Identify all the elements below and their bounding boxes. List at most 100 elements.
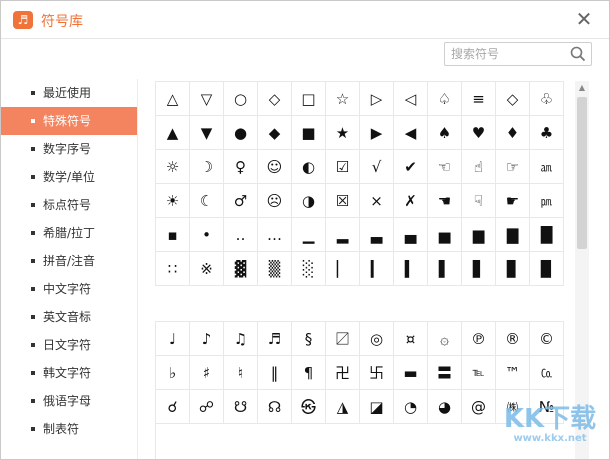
symbol-cell[interactable]: ♩ [156,322,190,356]
symbol-cell[interactable]: ♭ [156,356,190,390]
symbol-cell[interactable]: ♦ [496,116,530,150]
symbol-cell[interactable]: ◑ [292,184,326,218]
symbol-cell[interactable]: ▷ [360,82,394,116]
scroll-up-arrow-icon[interactable]: ▲ [575,81,589,95]
symbol-cell[interactable]: ▅ [428,218,462,252]
symbol-cell[interactable]: ♯ [190,356,224,390]
sidebar-item[interactable]: 中文字符 [1,275,137,303]
symbol-cell[interactable]: ۞ [428,322,462,356]
symbol-cell[interactable]: ◮ [326,390,360,424]
sidebar-item[interactable]: 最近使用 [1,79,137,107]
symbol-cell[interactable]: ▼ [190,116,224,150]
symbol-cell[interactable]: ♂ [224,184,258,218]
symbol-cell[interactable]: 卐 [360,356,394,390]
symbol-cell[interactable]: ☼ [156,150,190,184]
symbol-cell[interactable]: ℗ [462,322,496,356]
symbol-cell[interactable]: ◐ [292,150,326,184]
symbol-cell[interactable]: ▎ [360,252,394,286]
symbol-cell[interactable]: ‖ [258,356,292,390]
symbol-cell[interactable]: ♥ [462,116,496,150]
symbol-cell[interactable]: ☛ [496,184,530,218]
symbol-cell[interactable]: ✔ [394,150,428,184]
symbol-cell[interactable]: ▍ [394,252,428,286]
symbol-cell[interactable]: ☟ [462,184,496,218]
symbol-cell[interactable]: ㉿ [292,390,326,424]
sidebar-item[interactable]: 数字序号 [1,135,137,163]
search-input[interactable] [451,45,563,63]
symbol-cell[interactable]: © [530,322,564,356]
sidebar-item[interactable]: 标点符号 [1,191,137,219]
symbol-cell[interactable]: ▉ [530,252,564,286]
symbol-cell[interactable]: ◔ [394,390,428,424]
symbol-cell[interactable]: ♣ [530,116,564,150]
symbol-cell[interactable]: ☺ [258,150,292,184]
sidebar-item[interactable]: 希腊/拉丁 [1,219,137,247]
symbol-cell[interactable]: ✗ [394,184,428,218]
symbol-cell[interactable]: ☚ [428,184,462,218]
symbol-cell[interactable]: ☾ [190,184,224,218]
symbol-cell[interactable]: ☍ [190,390,224,424]
symbol-cell[interactable]: ▆ [462,218,496,252]
symbol-cell[interactable]: △ [156,82,190,116]
symbol-cell[interactable]: ▊ [496,252,530,286]
symbol-cell[interactable]: 〓 [428,356,462,390]
symbol-cell[interactable]: ♀ [224,150,258,184]
sidebar-item[interactable]: 俄语字母 [1,387,137,415]
symbol-cell[interactable]: ◇ [258,82,292,116]
symbol-cell[interactable]: ▋ [462,252,496,286]
symbol-cell[interactable]: ♬ [258,322,292,356]
sidebar-item[interactable]: 拼音/注音 [1,247,137,275]
symbol-cell[interactable]: ㏇ [530,356,564,390]
search-box[interactable] [444,42,592,66]
symbol-cell[interactable]: 卍 [326,356,360,390]
symbol-cell[interactable]: √ [360,150,394,184]
symbol-cell[interactable]: ▁ [292,218,326,252]
sidebar-item[interactable]: 韩文字符 [1,359,137,387]
symbol-cell[interactable]: ☞ [496,150,530,184]
symbol-cell[interactable]: ♧ [530,82,564,116]
symbol-cell[interactable]: ◎ [360,322,394,356]
symbol-cell[interactable]: × [360,184,394,218]
symbol-cell[interactable]: ◆ [258,116,292,150]
symbol-cell[interactable]: … [258,218,292,252]
symbol-cell[interactable]: ☑ [326,150,360,184]
symbol-cell[interactable]: ※ [190,252,224,286]
symbol-cell[interactable]: ▒ [258,252,292,286]
symbol-cell[interactable]: ♤ [428,82,462,116]
search-icon[interactable] [569,45,587,63]
symbol-cell[interactable]: § [292,322,326,356]
symbol-cell[interactable]: ☝ [462,150,496,184]
symbol-cell[interactable]: ☌ [156,390,190,424]
sidebar-item[interactable]: 数学/单位 [1,163,137,191]
symbol-cell[interactable]: ☊ [258,390,292,424]
sidebar-item[interactable]: 特殊符号 [1,107,137,135]
symbol-cell[interactable]: ▌ [428,252,462,286]
symbol-cell[interactable]: ☆ [326,82,360,116]
symbol-cell[interactable]: □ [292,82,326,116]
symbol-cell[interactable]: ▽ [190,82,224,116]
symbol-cell[interactable]: 〼 [326,322,360,356]
symbol-cell[interactable]: ▲ [156,116,190,150]
symbol-cell[interactable]: ▬ [394,356,428,390]
symbol-cell[interactable]: ☋ [224,390,258,424]
symbol-cell[interactable]: ∷ [156,252,190,286]
symbol-cell[interactable]: ♠ [428,116,462,150]
symbol-cell[interactable]: ◕ [428,390,462,424]
symbol-cell[interactable]: • [190,218,224,252]
symbol-cell[interactable]: ♪ [190,322,224,356]
symbol-cell[interactable]: ☹ [258,184,292,218]
symbol-cell[interactable]: ¶ [292,356,326,390]
symbol-cell[interactable]: ≡ [462,82,496,116]
symbol-cell[interactable]: ■ [292,116,326,150]
sidebar-item[interactable]: 制表符 [1,415,137,443]
symbol-cell[interactable]: ░ [292,252,326,286]
symbol-cell[interactable]: ◪ [360,390,394,424]
symbol-cell[interactable]: ㏂ [530,150,564,184]
symbol-cell[interactable]: ▓ [224,252,258,286]
symbol-cell[interactable]: ◇ [496,82,530,116]
symbol-cell[interactable]: ♫ [224,322,258,356]
symbol-cell[interactable]: ♮ [224,356,258,390]
symbol-cell[interactable]: ▶ [360,116,394,150]
symbol-cell[interactable]: ★ [326,116,360,150]
symbol-cell[interactable]: ™ [496,356,530,390]
